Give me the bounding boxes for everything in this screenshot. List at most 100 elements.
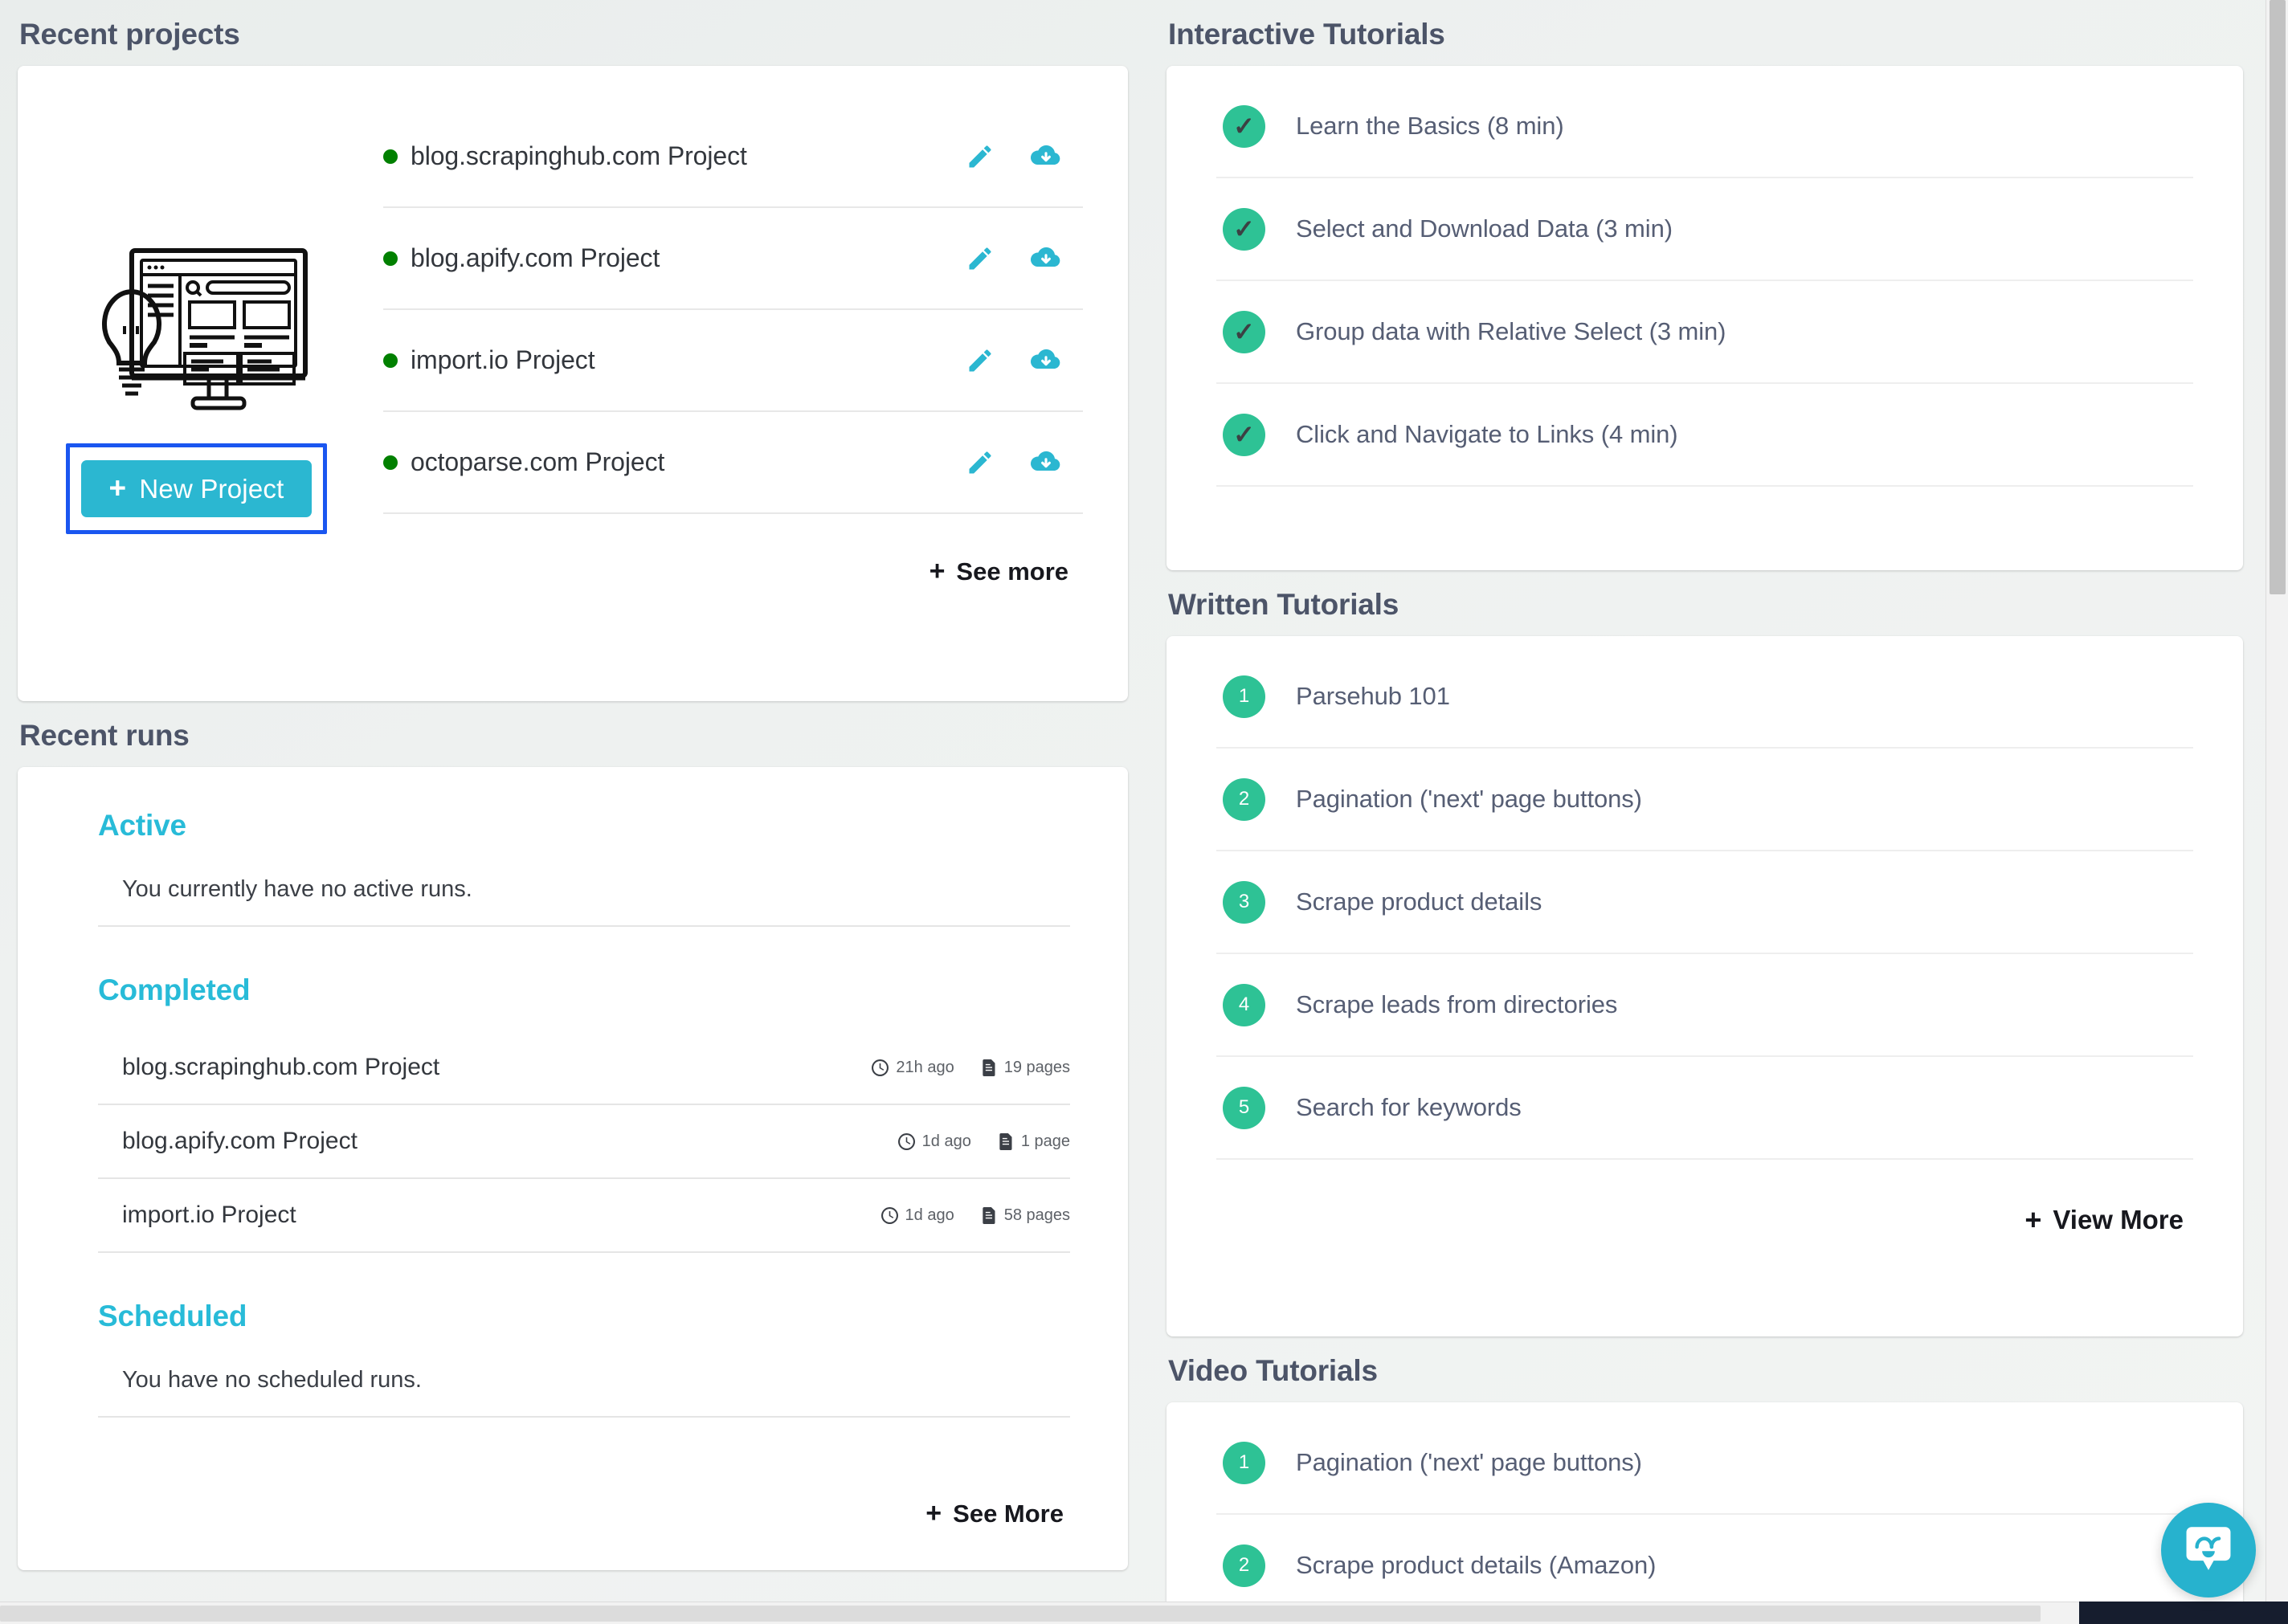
new-project-panel: + New Project: [66, 106, 355, 701]
document-icon: [999, 1132, 1012, 1150]
interactive-tutorials-card: ✓ Learn the Basics (8 min) ✓ Select and …: [1166, 66, 2243, 570]
pencil-icon[interactable]: [966, 448, 995, 477]
tutorial-label: Learn the Basics (8 min): [1296, 112, 1564, 140]
project-name: octoparse.com Project: [411, 447, 665, 476]
run-time: 21h ago: [872, 1059, 954, 1077]
project-name: import.io Project: [411, 345, 595, 374]
run-time-label: 21h ago: [896, 1058, 954, 1076]
clock-icon: [897, 1132, 915, 1150]
cloud-download-icon[interactable]: [1030, 449, 1062, 476]
page-viewport: Recent projects + New Project blog.scrap…: [0, 0, 2266, 1602]
plus-icon: +: [929, 556, 946, 586]
number-badge: 2: [1223, 777, 1265, 821]
run-time-label: 1d ago: [905, 1206, 954, 1224]
scheduled-runs-heading: Scheduled: [98, 1300, 247, 1332]
run-project-name: blog.apify.com Project: [122, 1128, 358, 1154]
lightbulb-monitor-illustration-icon: [66, 236, 308, 429]
written-tutorial-item[interactable]: 3 Scrape product details: [1216, 851, 2193, 954]
written-tutorials-card: 1 Parsehub 101 2 Pagination ('next' page…: [1166, 636, 2243, 1336]
written-tutorial-item[interactable]: 5 Search for keywords: [1216, 1057, 2193, 1160]
tutorial-label: Scrape leads from directories: [1296, 990, 1618, 1018]
tutorial-label: Search for keywords: [1296, 1093, 1522, 1121]
project-actions: [966, 346, 1075, 375]
tutorial-label: Pagination ('next' page buttons): [1296, 785, 1642, 813]
cloud-download-icon[interactable]: [1030, 347, 1062, 374]
clock-icon: [872, 1059, 889, 1076]
project-row[interactable]: blog.scrapinghub.com Project: [383, 106, 1083, 208]
see-more-row: + See more: [383, 514, 1083, 587]
tutorial-label: Click and Navigate to Links (4 min): [1296, 420, 1678, 448]
video-tutorial-item[interactable]: 1 Pagination ('next' page buttons): [1216, 1412, 2193, 1515]
new-project-button[interactable]: + New Project: [81, 460, 312, 517]
vertical-scrollbar-thumb[interactable]: [2270, 0, 2286, 594]
plus-icon: +: [2024, 1203, 2042, 1236]
run-project-name: import.io Project: [122, 1202, 296, 1228]
left-column: Recent projects + New Project blog.scrap…: [0, 0, 1166, 1570]
run-pages: 19 pages: [982, 1059, 1070, 1077]
run-pages: 1 page: [999, 1132, 1070, 1151]
project-actions: [966, 448, 1075, 477]
see-more-label: See more: [956, 557, 1068, 586]
number-badge: 1: [1223, 675, 1265, 718]
view-more-row: + View More: [1216, 1160, 2193, 1237]
green-status-dot-icon: [383, 353, 398, 368]
interactive-tutorial-item[interactable]: ✓ Learn the Basics (8 min): [1216, 75, 2193, 178]
check-mark-icon: ✓: [1223, 413, 1265, 456]
video-tutorials-title: Video Tutorials: [1168, 1354, 1378, 1387]
interactive-tutorial-item[interactable]: ✓ Group data with Relative Select (3 min…: [1216, 281, 2193, 384]
tutorial-label: Pagination ('next' page buttons): [1296, 1448, 1642, 1476]
run-pages-label: 19 pages: [1003, 1058, 1070, 1076]
pencil-icon[interactable]: [966, 142, 995, 171]
new-project-focus-ring: + New Project: [66, 443, 327, 534]
run-time-label: 1d ago: [921, 1132, 971, 1150]
tutorial-label: Parsehub 101: [1296, 682, 1450, 710]
check-mark-icon: ✓: [1223, 104, 1265, 148]
written-tutorial-item[interactable]: 2 Pagination ('next' page buttons): [1216, 749, 2193, 851]
projects-see-more-link[interactable]: + See more: [930, 556, 1068, 587]
chat-smiley-bubble-icon[interactable]: [2161, 1503, 2256, 1597]
pencil-icon[interactable]: [966, 346, 995, 375]
project-row[interactable]: blog.apify.com Project: [383, 208, 1083, 310]
run-pages-label: 58 pages: [1003, 1206, 1070, 1224]
interactive-tutorial-item[interactable]: ✓ Select and Download Data (3 min): [1216, 178, 2193, 281]
tutorial-label: Scrape product details: [1296, 887, 1542, 916]
run-row[interactable]: blog.apify.com Project 1d ago 1 page: [98, 1105, 1070, 1179]
see-more-row: + See More: [98, 1418, 1070, 1529]
number-badge: 3: [1223, 880, 1265, 924]
runs-see-more-link[interactable]: + See More: [925, 1498, 1064, 1529]
project-list: blog.scrapinghub.com Project blog.apify.…: [355, 106, 1083, 701]
right-column: Interactive Tutorials ✓ Learn the Basics…: [1166, 0, 2266, 1602]
dashboard-layout: Recent projects + New Project blog.scrap…: [0, 0, 2266, 1602]
clock-icon: [880, 1206, 898, 1224]
run-row[interactable]: import.io Project 1d ago 58 pages: [98, 1179, 1070, 1253]
written-tutorial-item[interactable]: 4 Scrape leads from directories: [1216, 954, 2193, 1057]
horizontal-scrollbar-thumb[interactable]: [0, 1606, 2041, 1622]
written-tutorial-item[interactable]: 1 Parsehub 101: [1216, 646, 2193, 749]
run-row[interactable]: blog.scrapinghub.com Project 21h ago 19 …: [98, 1031, 1070, 1105]
run-project-name: blog.scrapinghub.com Project: [122, 1054, 440, 1080]
run-meta: 1d ago 1 page: [897, 1132, 1070, 1151]
run-time: 1d ago: [897, 1132, 971, 1151]
run-pages-label: 1 page: [1020, 1132, 1070, 1150]
interactive-tutorial-item[interactable]: ✓ Click and Navigate to Links (4 min): [1216, 384, 2193, 487]
green-status-dot-icon: [383, 149, 398, 164]
project-row[interactable]: import.io Project: [383, 310, 1083, 412]
run-meta: 1d ago 58 pages: [880, 1206, 1070, 1225]
recent-projects-title: Recent projects: [19, 18, 240, 51]
cloud-download-icon[interactable]: [1030, 143, 1062, 170]
interactive-tutorials-title: Interactive Tutorials: [1168, 18, 1445, 51]
number-badge: 5: [1223, 1086, 1265, 1129]
horizontal-scrollbar[interactable]: [0, 1602, 2288, 1624]
project-row[interactable]: octoparse.com Project: [383, 412, 1083, 514]
plus-icon: +: [108, 471, 127, 504]
active-runs-empty-text: You currently have no active runs.: [98, 867, 1070, 927]
written-tutorials-title: Written Tutorials: [1168, 588, 1399, 621]
pencil-icon[interactable]: [966, 244, 995, 273]
recent-projects-card: + New Project blog.scrapinghub.com Proje…: [18, 66, 1128, 701]
active-runs-heading: Active: [98, 809, 186, 842]
new-project-button-label: New Project: [139, 474, 284, 504]
video-tutorial-item[interactable]: 2 Scrape product details (Amazon): [1216, 1515, 2193, 1602]
vertical-scrollbar[interactable]: [2266, 0, 2288, 1602]
written-view-more-link[interactable]: + View More: [2024, 1203, 2184, 1237]
cloud-download-icon[interactable]: [1030, 245, 1062, 272]
